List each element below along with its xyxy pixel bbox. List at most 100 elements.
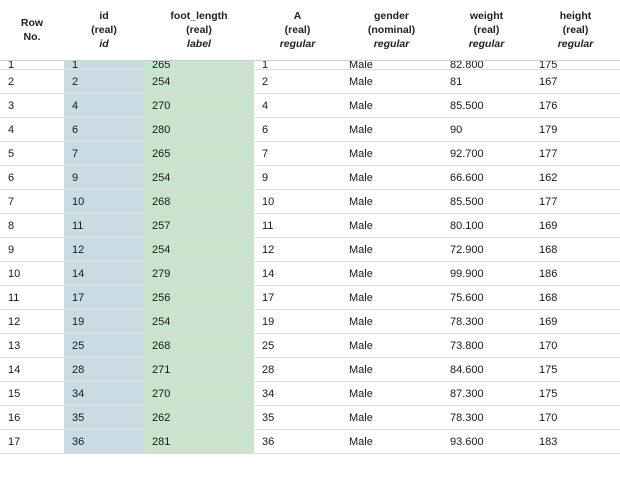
table-row[interactable]: 6 9 254 9 Male 66.600 162 — [0, 165, 620, 190]
a-cell[interactable]: 12 — [254, 237, 341, 262]
row-number-cell[interactable]: 1 — [0, 60, 64, 70]
foot-length-cell[interactable]: 254 — [144, 237, 254, 262]
id-cell[interactable]: 28 — [64, 357, 144, 382]
weight-cell[interactable]: 75.600 — [442, 285, 531, 310]
table-row[interactable]: 5 7 265 7 Male 92.700 177 — [0, 141, 620, 166]
table-row[interactable]: 14 28 271 28 Male 84.600 175 — [0, 357, 620, 382]
column-header-row-no[interactable]: Row No. — [0, 0, 64, 61]
a-cell[interactable]: 11 — [254, 213, 341, 238]
a-cell[interactable]: 17 — [254, 285, 341, 310]
foot-length-cell[interactable]: 254 — [144, 69, 254, 94]
height-cell[interactable]: 168 — [531, 285, 620, 310]
weight-cell[interactable]: 93.600 — [442, 429, 531, 454]
gender-cell[interactable]: Male — [341, 381, 442, 406]
foot-length-cell[interactable]: 270 — [144, 93, 254, 118]
row-number-cell[interactable]: 7 — [0, 189, 64, 214]
row-number-cell[interactable]: 8 — [0, 213, 64, 238]
row-number-cell[interactable]: 17 — [0, 429, 64, 454]
foot-length-cell[interactable]: 254 — [144, 309, 254, 334]
id-cell[interactable]: 1 — [64, 60, 144, 70]
column-header-a[interactable]: A (real) regular — [254, 0, 341, 61]
weight-cell[interactable]: 78.300 — [442, 405, 531, 430]
row-number-cell[interactable]: 16 — [0, 405, 64, 430]
a-cell[interactable]: 34 — [254, 381, 341, 406]
a-cell[interactable]: 35 — [254, 405, 341, 430]
height-cell[interactable]: 175 — [531, 357, 620, 382]
foot-length-cell[interactable]: 265 — [144, 60, 254, 70]
weight-cell[interactable]: 73.800 — [442, 333, 531, 358]
row-number-cell[interactable]: 9 — [0, 237, 64, 262]
foot-length-cell[interactable]: 268 — [144, 189, 254, 214]
weight-cell[interactable]: 84.600 — [442, 357, 531, 382]
height-cell[interactable]: 175 — [531, 60, 620, 70]
height-cell[interactable]: 175 — [531, 381, 620, 406]
weight-cell[interactable]: 81 — [442, 69, 531, 94]
table-row[interactable]: 4 6 280 6 Male 90 179 — [0, 117, 620, 142]
height-cell[interactable]: 168 — [531, 237, 620, 262]
id-cell[interactable]: 25 — [64, 333, 144, 358]
id-cell[interactable]: 9 — [64, 165, 144, 190]
table-row[interactable]: 2 2 254 2 Male 81 167 — [0, 69, 620, 94]
column-header-height[interactable]: height (real) regular — [531, 0, 620, 61]
height-cell[interactable]: 169 — [531, 213, 620, 238]
id-cell[interactable]: 36 — [64, 429, 144, 454]
table-row[interactable]: 8 11 257 11 Male 80.100 169 — [0, 213, 620, 238]
a-cell[interactable]: 19 — [254, 309, 341, 334]
a-cell[interactable]: 25 — [254, 333, 341, 358]
height-cell[interactable]: 162 — [531, 165, 620, 190]
id-cell[interactable]: 17 — [64, 285, 144, 310]
weight-cell[interactable]: 82.800 — [442, 60, 531, 70]
column-header-weight[interactable]: weight (real) regular — [442, 0, 531, 61]
a-cell[interactable]: 14 — [254, 261, 341, 286]
a-cell[interactable]: 4 — [254, 93, 341, 118]
column-header-foot-length[interactable]: foot_length (real) label — [144, 0, 254, 61]
gender-cell[interactable]: Male — [341, 357, 442, 382]
table-row[interactable]: 17 36 281 36 Male 93.600 183 — [0, 429, 620, 454]
foot-length-cell[interactable]: 280 — [144, 117, 254, 142]
id-cell[interactable]: 6 — [64, 117, 144, 142]
row-number-cell[interactable]: 15 — [0, 381, 64, 406]
height-cell[interactable]: 170 — [531, 405, 620, 430]
row-number-cell[interactable]: 10 — [0, 261, 64, 286]
id-cell[interactable]: 14 — [64, 261, 144, 286]
foot-length-cell[interactable]: 271 — [144, 357, 254, 382]
weight-cell[interactable]: 72.900 — [442, 237, 531, 262]
row-number-cell[interactable]: 11 — [0, 285, 64, 310]
row-number-cell[interactable]: 12 — [0, 309, 64, 334]
table-row[interactable]: 9 12 254 12 Male 72.900 168 — [0, 237, 620, 262]
gender-cell[interactable]: Male — [341, 213, 442, 238]
table-row[interactable]: 11 17 256 17 Male 75.600 168 — [0, 285, 620, 310]
foot-length-cell[interactable]: 281 — [144, 429, 254, 454]
height-cell[interactable]: 177 — [531, 141, 620, 166]
table-row[interactable]: 7 10 268 10 Male 85.500 177 — [0, 189, 620, 214]
row-number-cell[interactable]: 3 — [0, 93, 64, 118]
foot-length-cell[interactable]: 254 — [144, 165, 254, 190]
row-number-cell[interactable]: 5 — [0, 141, 64, 166]
table-row[interactable]: 10 14 279 14 Male 99.900 186 — [0, 261, 620, 286]
id-cell[interactable]: 10 — [64, 189, 144, 214]
gender-cell[interactable]: Male — [341, 333, 442, 358]
foot-length-cell[interactable]: 279 — [144, 261, 254, 286]
row-number-cell[interactable]: 6 — [0, 165, 64, 190]
weight-cell[interactable]: 90 — [442, 117, 531, 142]
table-row[interactable]: 12 19 254 19 Male 78.300 169 — [0, 309, 620, 334]
a-cell[interactable]: 2 — [254, 69, 341, 94]
gender-cell[interactable]: Male — [341, 141, 442, 166]
height-cell[interactable]: 170 — [531, 333, 620, 358]
gender-cell[interactable]: Male — [341, 429, 442, 454]
foot-length-cell[interactable]: 257 — [144, 213, 254, 238]
height-cell[interactable]: 179 — [531, 117, 620, 142]
row-number-cell[interactable]: 14 — [0, 357, 64, 382]
weight-cell[interactable]: 78.300 — [442, 309, 531, 334]
a-cell[interactable]: 9 — [254, 165, 341, 190]
gender-cell[interactable]: Male — [341, 165, 442, 190]
weight-cell[interactable]: 66.600 — [442, 165, 531, 190]
table-row[interactable]: 15 34 270 34 Male 87.300 175 — [0, 381, 620, 406]
row-number-cell[interactable]: 2 — [0, 69, 64, 94]
foot-length-cell[interactable]: 262 — [144, 405, 254, 430]
foot-length-cell[interactable]: 265 — [144, 141, 254, 166]
a-cell[interactable]: 6 — [254, 117, 341, 142]
id-cell[interactable]: 35 — [64, 405, 144, 430]
foot-length-cell[interactable]: 256 — [144, 285, 254, 310]
a-cell[interactable]: 36 — [254, 429, 341, 454]
